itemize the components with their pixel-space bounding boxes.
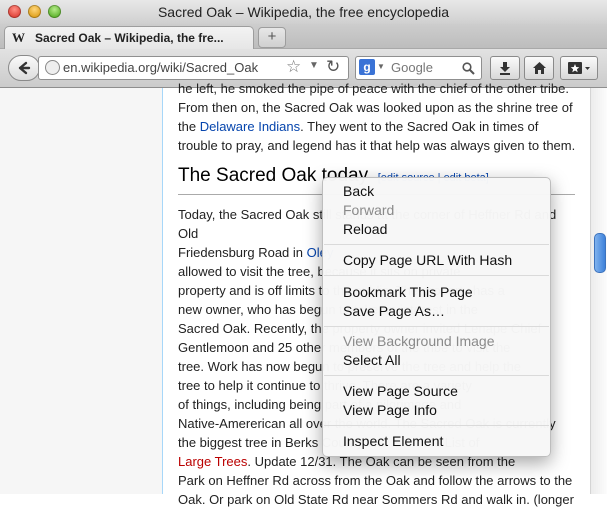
menu-separator <box>324 244 549 245</box>
link-delaware-indians[interactable]: Delaware Indians <box>200 119 300 134</box>
article-paragraph: he left, he smoked the pipe of peace wit… <box>178 79 578 155</box>
menu-item-inspect-element[interactable]: Inspect Element <box>343 433 443 449</box>
search-bar[interactable]: g ▼ Google <box>355 56 482 80</box>
menu-separator <box>324 425 549 426</box>
context-menu: Back Forward Reload Copy Page URL With H… <box>322 177 551 457</box>
home-icon <box>532 62 546 74</box>
text-line: he left, he smoked the pipe of peace wit… <box>178 81 569 96</box>
download-button[interactable] <box>490 56 520 80</box>
menu-separator <box>324 275 549 276</box>
text-line: Oak. Or park on Old State Rd near Sommer… <box>178 492 574 507</box>
url-text: en.wikipedia.org/wiki/Sacred_Oak <box>63 60 259 75</box>
magnifier-icon[interactable] <box>462 58 475 78</box>
menu-item-view-background-image: View Background Image <box>343 333 495 349</box>
engine-dropdown-icon[interactable]: ▼ <box>377 62 385 71</box>
menu-separator <box>324 375 549 376</box>
menu-separator <box>324 326 549 327</box>
menu-item-view-page-source[interactable]: View Page Source <box>343 383 458 399</box>
star-icon[interactable]: ☆ <box>286 57 301 77</box>
menu-item-view-page-info[interactable]: View Page Info <box>343 402 437 418</box>
wikipedia-favicon-icon: W <box>12 30 25 45</box>
window-title: Sacred Oak – Wikipedia, the free encyclo… <box>157 4 450 20</box>
reload-icon[interactable]: ↻ <box>326 57 340 77</box>
menu-item-forward: Forward <box>343 202 395 218</box>
title-bar: Sacred Oak – Wikipedia, the free encyclo… <box>0 0 607 24</box>
search-placeholder: Google <box>391 60 433 75</box>
text-line: From then on, the Sacred Oak was looked … <box>178 100 573 115</box>
text-line: Park on Heffner Rd across from the Oak a… <box>178 473 573 488</box>
vertical-scrollbar[interactable] <box>590 88 607 494</box>
link-large-trees[interactable]: Large Trees <box>178 454 247 469</box>
scrollbar-thumb[interactable] <box>594 233 606 273</box>
url-history-dropdown-icon[interactable]: ▼ <box>309 60 319 71</box>
tab-label: Sacred Oak – Wikipedia, the fre... <box>35 31 224 45</box>
menu-item-copy-url-hash[interactable]: Copy Page URL With Hash <box>343 252 512 268</box>
menu-item-back[interactable]: Back <box>343 183 374 199</box>
new-tab-button[interactable]: + <box>258 27 286 48</box>
menu-item-save-page-as[interactable]: Save Page As… <box>343 303 445 319</box>
home-button[interactable] <box>524 56 554 80</box>
tab-sacred-oak[interactable]: W Sacred Oak – Wikipedia, the fre... <box>4 26 254 49</box>
wikipedia-sidebar <box>0 88 163 494</box>
menu-item-bookmark-page[interactable]: Bookmark This Page <box>343 284 473 300</box>
menu-item-select-all[interactable]: Select All <box>343 352 401 368</box>
globe-icon <box>45 60 60 75</box>
download-icon <box>500 62 510 75</box>
text-line: the <box>178 119 200 134</box>
back-arrow-icon <box>18 61 31 75</box>
text-line: . They went to the Sacred Oak in times o… <box>300 119 539 134</box>
url-bar[interactable]: en.wikipedia.org/wiki/Sacred_Oak ☆ ▼ ↻ <box>38 56 349 80</box>
bookmarks-icon <box>568 62 590 74</box>
tab-strip: W Sacred Oak – Wikipedia, the fre... + <box>0 24 607 49</box>
bookmarks-button[interactable] <box>560 56 598 80</box>
text-line: Friedensburg Road in <box>178 245 307 260</box>
text-line: trouble to pray, and legend has it that … <box>178 138 576 153</box>
back-button[interactable] <box>8 55 40 81</box>
google-engine-icon[interactable]: g <box>359 59 375 75</box>
menu-item-reload[interactable]: Reload <box>343 221 387 237</box>
